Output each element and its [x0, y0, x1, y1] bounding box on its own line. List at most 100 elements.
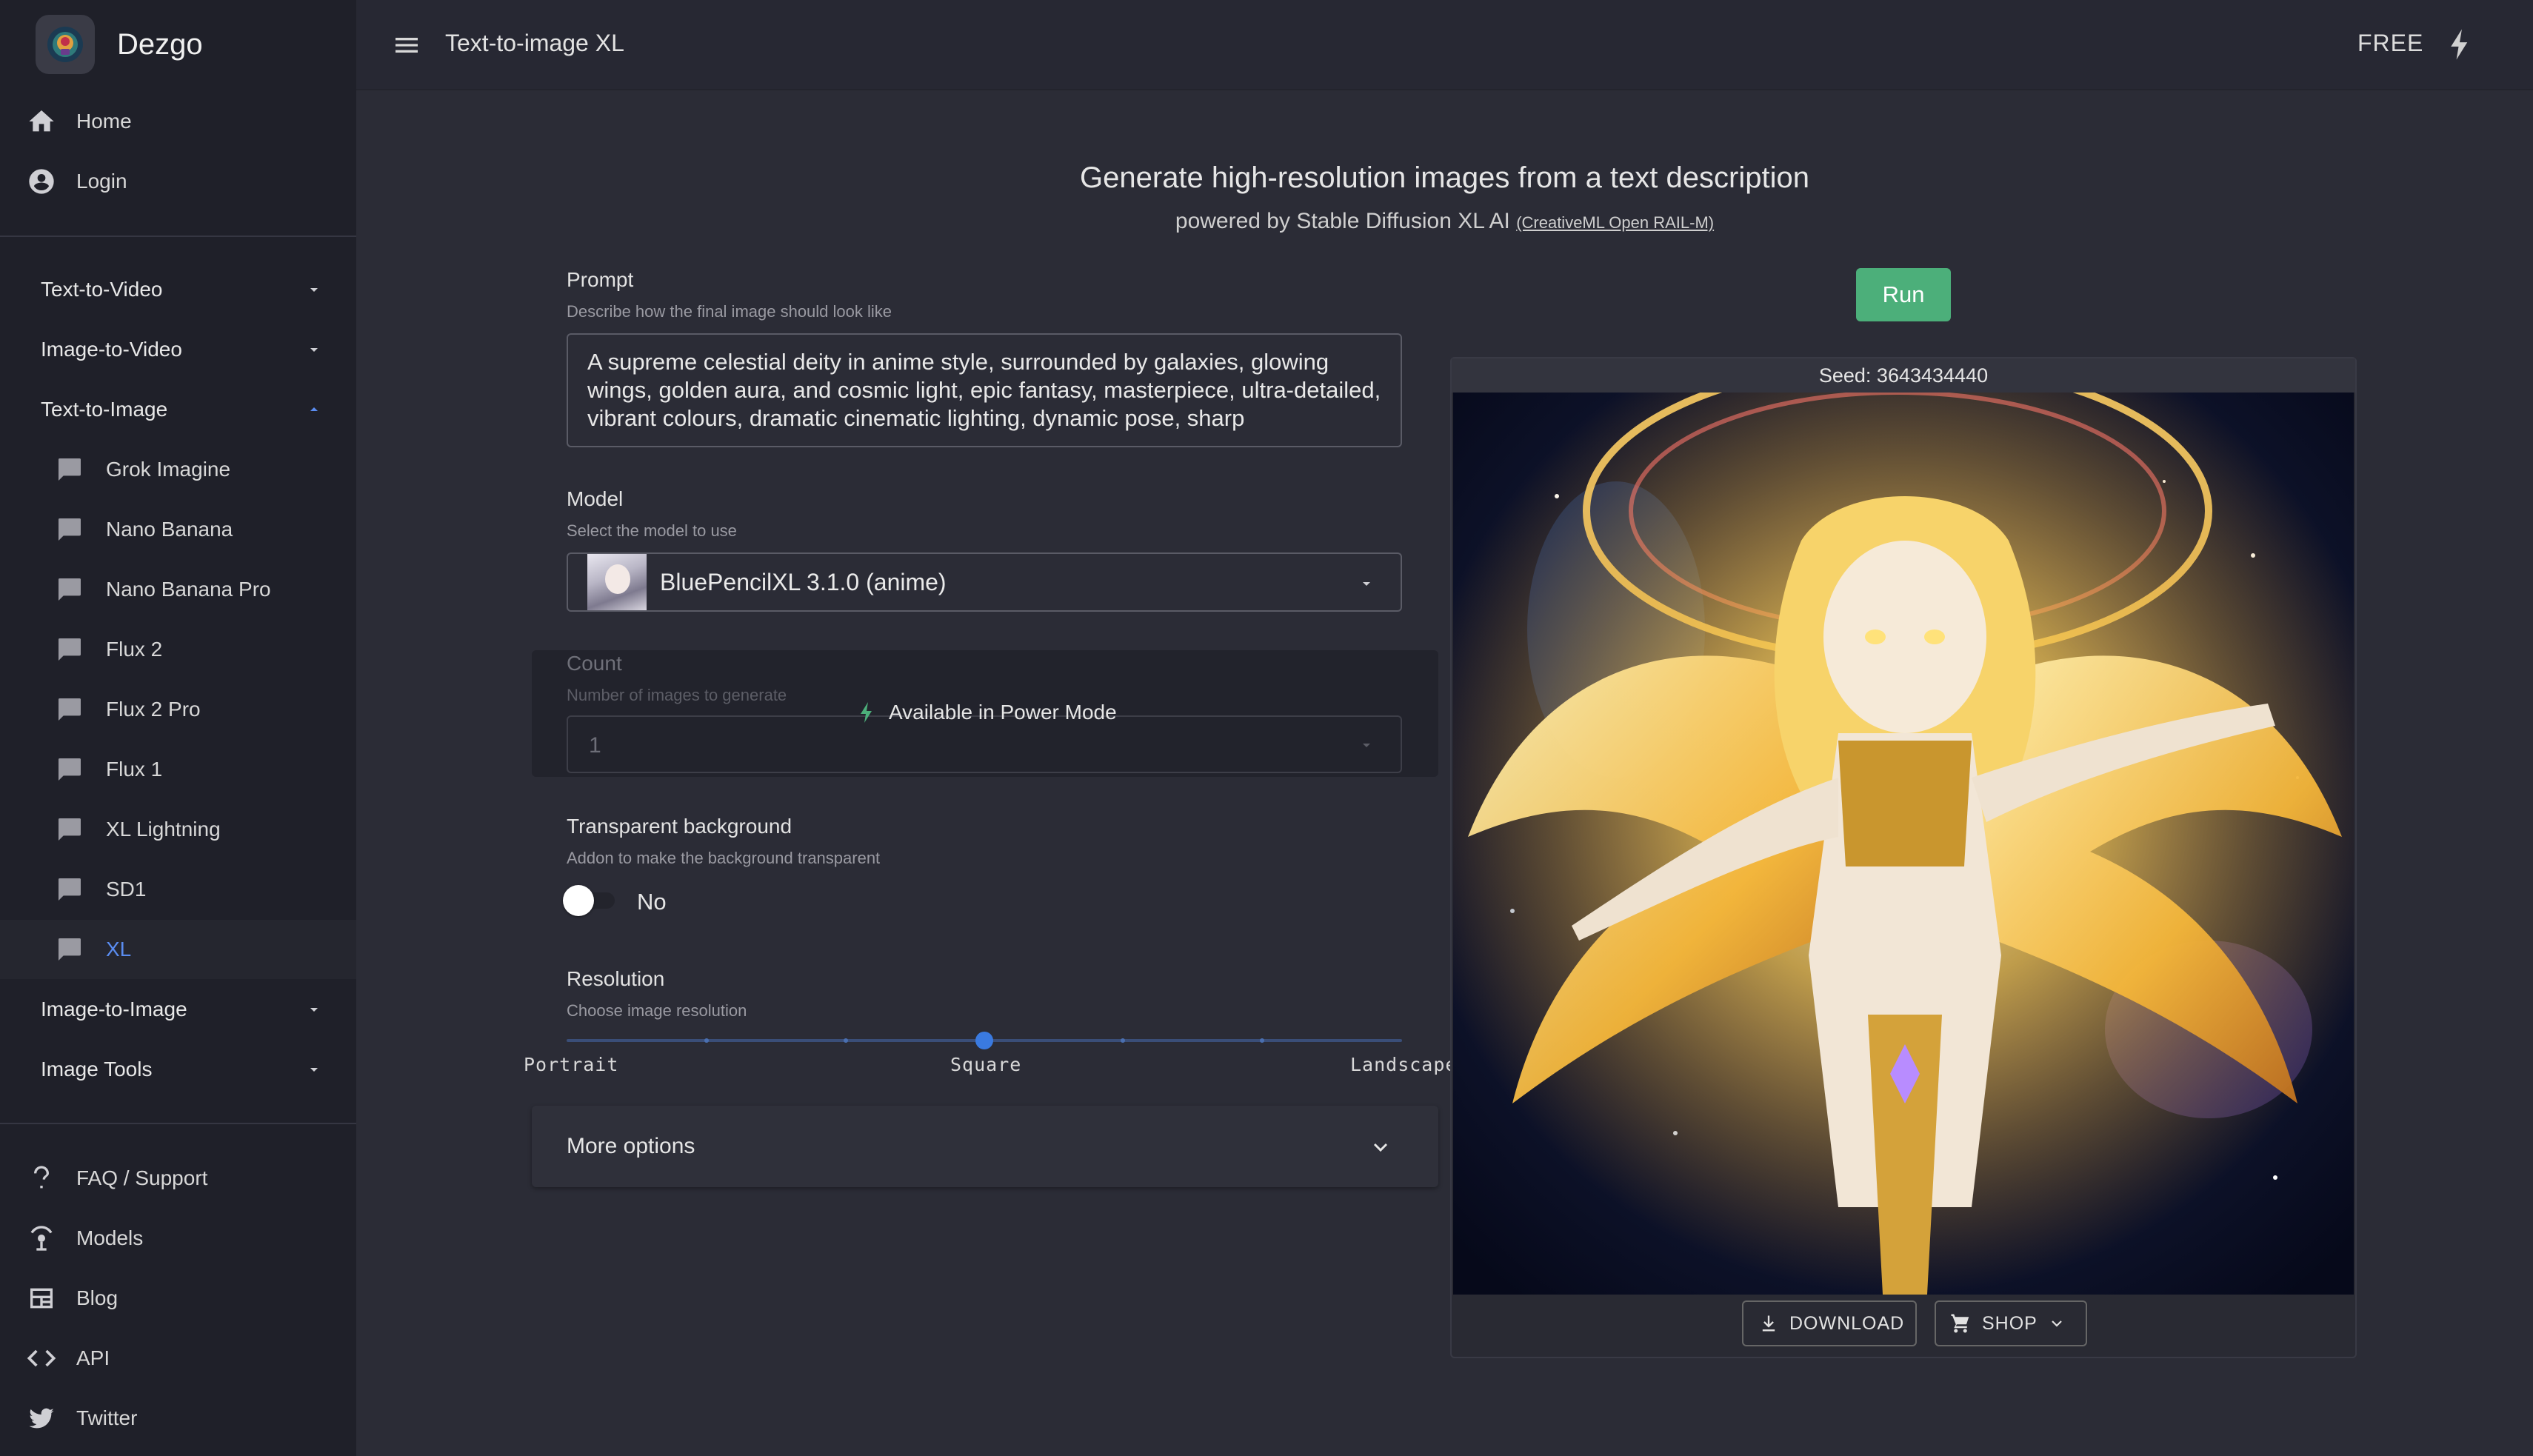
- seed-label: Seed: 3643434440: [1452, 358, 2355, 393]
- models-icon: [25, 1222, 58, 1255]
- power-mode-note[interactable]: Available in Power Mode: [858, 699, 1117, 726]
- sidebar-group-image-tools[interactable]: Image Tools: [0, 1040, 356, 1099]
- sidebar-item-api[interactable]: API: [0, 1329, 356, 1388]
- slider-label-square: Square: [950, 1054, 1022, 1075]
- sidebar-item-xl[interactable]: XL: [0, 920, 356, 979]
- plan-badge[interactable]: FREE: [2357, 30, 2423, 57]
- slider-tick: [704, 1038, 709, 1043]
- generated-image[interactable]: [1453, 393, 2354, 1295]
- transparent-toggle[interactable]: [563, 885, 619, 916]
- sidebar-divider: [0, 236, 356, 237]
- sidebar-item-label: Flux 2: [106, 638, 163, 661]
- chat-icon: [53, 933, 86, 966]
- model-help: Select the model to use: [567, 521, 737, 540]
- hero-subtitle-text: powered by Stable Diffusion XL AI: [1175, 209, 1510, 233]
- sidebar-item-twitter[interactable]: Twitter: [0, 1389, 356, 1448]
- sidebar-item-label: Nano Banana Pro: [106, 578, 271, 601]
- license-link[interactable]: (CreativeML Open RAIL-M): [1516, 213, 1714, 232]
- power-mode-text: Available in Power Mode: [889, 701, 1117, 724]
- more-options-panel[interactable]: More options: [532, 1106, 1438, 1187]
- chat-icon: [53, 453, 86, 486]
- sidebar-group-text-to-video[interactable]: Text-to-Video: [0, 260, 356, 319]
- sidebar-item-label: Home: [76, 110, 132, 133]
- transparent-help: Addon to make the background transparent: [567, 849, 881, 867]
- shop-button-label: SHOP: [1982, 1312, 2038, 1334]
- model-thumbnail: [587, 554, 647, 610]
- sidebar-item-label: Nano Banana: [106, 518, 233, 541]
- sidebar-item-label: Twitter: [76, 1406, 138, 1429]
- sidebar-item-grok-imagine[interactable]: Grok Imagine: [0, 440, 356, 499]
- twitter-icon: [25, 1402, 58, 1435]
- chevron-down-icon: [2052, 1320, 2062, 1327]
- sidebar-item-nano-banana[interactable]: Nano Banana: [0, 500, 356, 559]
- question-icon: [25, 1162, 58, 1195]
- chat-icon: [53, 573, 86, 606]
- caret-down-icon: [310, 348, 318, 352]
- sidebar-group-image-to-video[interactable]: Image-to-Video: [0, 320, 356, 379]
- home-icon: [25, 105, 58, 138]
- count-label: Count: [567, 652, 622, 675]
- sidebar-group-label: Image Tools: [41, 1058, 153, 1081]
- download-button-label: DOWNLOAD: [1789, 1312, 1905, 1334]
- chat-icon: [53, 693, 86, 726]
- brand-name: Dezgo: [117, 27, 203, 61]
- sidebar-item-login[interactable]: Login: [0, 152, 356, 211]
- download-icon: [1762, 1315, 1775, 1332]
- sidebar-item-label: API: [76, 1346, 110, 1369]
- bolt-icon[interactable]: [2446, 28, 2473, 61]
- shop-button[interactable]: SHOP: [1935, 1300, 2087, 1346]
- hero-title: Generate high-resolution images from a t…: [1080, 161, 1809, 194]
- caret-down-icon: [310, 1068, 318, 1072]
- prompt-label: Prompt: [567, 268, 634, 291]
- slider-label-landscape: Landscape: [1350, 1054, 1458, 1075]
- sidebar-item-flux-2-pro[interactable]: Flux 2 Pro: [0, 680, 356, 739]
- sidebar: Dezgo Home Login Text-to-Video Image-to-…: [0, 0, 356, 1456]
- sidebar-item-sd1[interactable]: SD1: [0, 860, 356, 919]
- sidebar-item-flux-1[interactable]: Flux 1: [0, 740, 356, 799]
- slider-tick: [1260, 1038, 1264, 1043]
- sidebar-item-label: Flux 2 Pro: [106, 698, 201, 721]
- sidebar-item-faq[interactable]: FAQ / Support: [0, 1149, 356, 1208]
- sidebar-item-label: Login: [76, 170, 127, 193]
- chat-icon: [53, 633, 86, 666]
- sidebar-item-label: Grok Imagine: [106, 458, 231, 481]
- prompt-input[interactable]: A supreme celestial deity in anime style…: [567, 333, 1402, 447]
- sidebar-item-label: Models: [76, 1226, 144, 1249]
- sidebar-group-label: Image-to-Image: [41, 998, 187, 1021]
- sidebar-group-label: Text-to-Video: [41, 278, 163, 301]
- account-icon: [25, 165, 58, 198]
- power-bolt-icon: [861, 702, 872, 723]
- top-bar: Text-to-image XL FREE: [356, 0, 2533, 90]
- download-button[interactable]: DOWNLOAD: [1742, 1300, 1917, 1346]
- caret-down-icon: [1363, 744, 1370, 747]
- run-button[interactable]: Run: [1856, 268, 1951, 321]
- count-help: Number of images to generate: [567, 686, 787, 704]
- sidebar-group-image-to-image[interactable]: Image-to-Image: [0, 980, 356, 1039]
- count-select-value: 1: [589, 733, 601, 758]
- sidebar-group-text-to-image[interactable]: Text-to-Image: [0, 380, 356, 439]
- model-select[interactable]: BluePencilXL 3.1.0 (anime): [567, 552, 1402, 612]
- sidebar-item-label: XL: [106, 938, 132, 961]
- model-select-value: BluePencilXL 3.1.0 (anime): [660, 569, 947, 595]
- sidebar-item-models[interactable]: Models: [0, 1209, 356, 1268]
- caret-up-icon: [310, 407, 318, 411]
- code-icon: [25, 1342, 58, 1375]
- sidebar-item-xl-lightning[interactable]: XL Lightning: [0, 800, 356, 859]
- blog-icon: [25, 1282, 58, 1315]
- chat-icon: [53, 753, 86, 786]
- chat-icon: [53, 513, 86, 546]
- model-label: Model: [567, 487, 624, 510]
- menu-icon[interactable]: [392, 30, 421, 60]
- resolution-slider[interactable]: [567, 1028, 1402, 1050]
- sidebar-divider: [0, 1123, 356, 1124]
- sidebar-item-nano-banana-pro[interactable]: Nano Banana Pro: [0, 560, 356, 619]
- chat-icon: [53, 813, 86, 846]
- caret-down-icon: [1363, 582, 1370, 586]
- brand[interactable]: Dezgo: [36, 15, 203, 74]
- sidebar-group-label: Image-to-Video: [41, 338, 182, 361]
- sidebar-item-home[interactable]: Home: [0, 92, 356, 151]
- slider-thumb[interactable]: [975, 1032, 993, 1049]
- sidebar-item-flux-2[interactable]: Flux 2: [0, 620, 356, 679]
- sidebar-item-blog[interactable]: Blog: [0, 1269, 356, 1328]
- more-options-label: More options: [567, 1134, 695, 1158]
